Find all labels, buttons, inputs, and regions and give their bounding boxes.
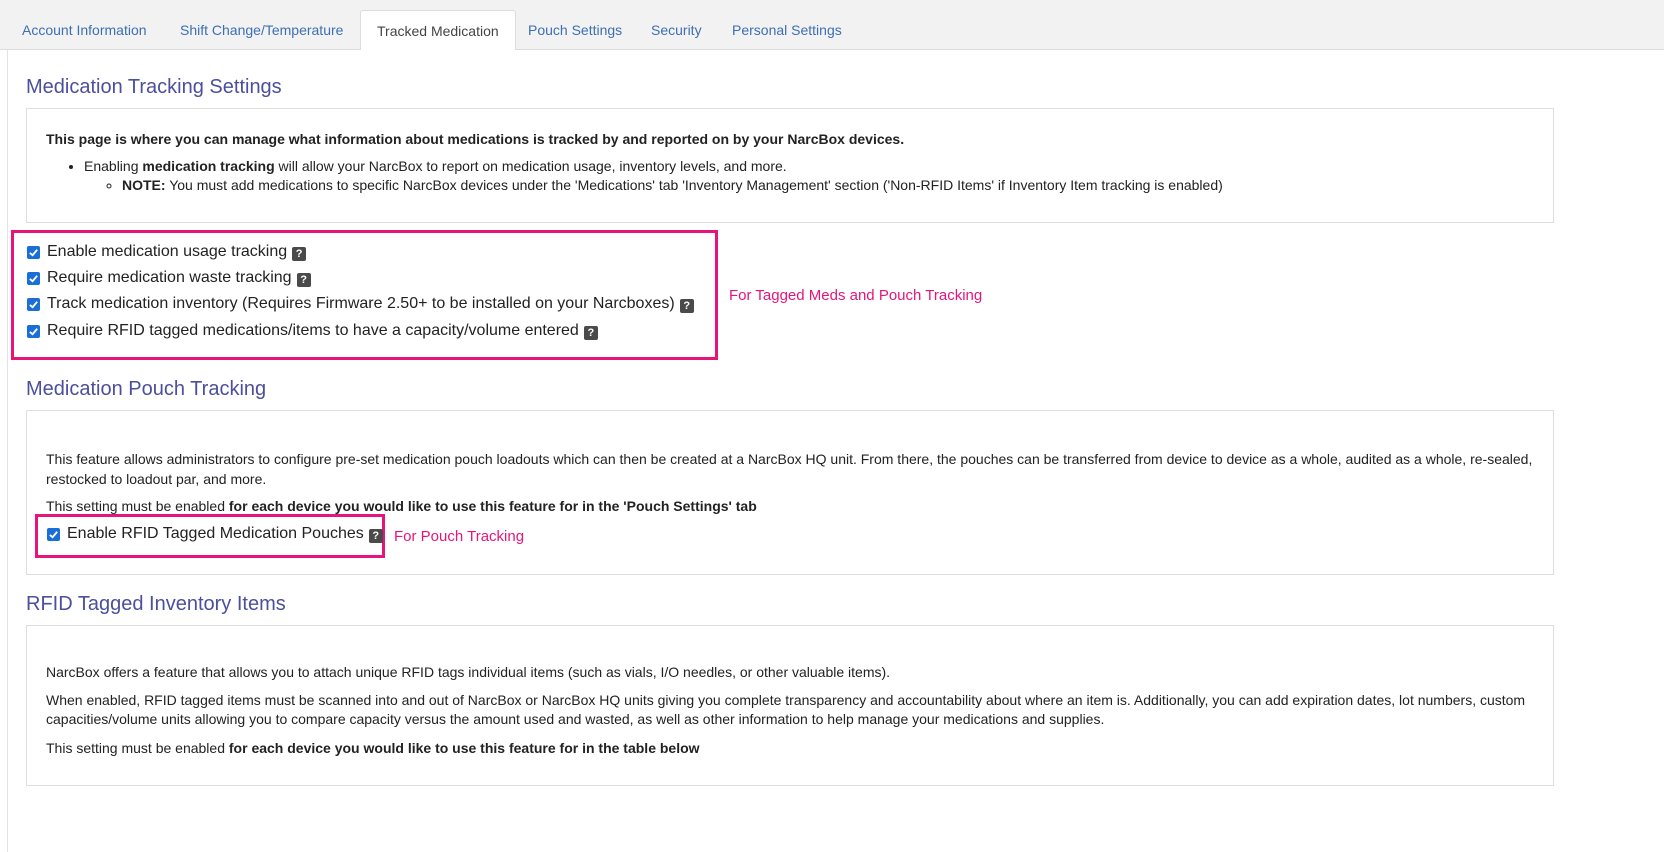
setting-prefix: This setting must be enabled — [46, 498, 229, 514]
option-label: Require medication waste tracking — [47, 269, 292, 286]
note-item: NOTE: You must add medications to specif… — [122, 176, 1534, 195]
note-label: NOTE: — [122, 177, 166, 193]
section-title-rfid-items: RFID Tagged Inventory Items — [26, 593, 286, 615]
bullet-prefix: Enabling — [84, 158, 143, 174]
bullet-suffix: will allow your NarcBox to report on med… — [274, 158, 787, 174]
help-icon[interactable]: ? — [292, 247, 307, 261]
section-title-medication-tracking: Medication Tracking Settings — [26, 76, 282, 98]
option-usage-tracking[interactable]: Enable medication usage tracking ? — [27, 243, 307, 261]
option-capacity-required[interactable]: Require RFID tagged medications/items to… — [27, 322, 598, 340]
option-label: Enable medication usage tracking — [47, 243, 288, 260]
setting-bold: for each device you would like to use th… — [228, 740, 700, 756]
annotation-tagged-meds: For Tagged Meds and Pouch Tracking — [729, 287, 983, 304]
option-inventory-tracking[interactable]: Track medication inventory (Requires Fir… — [27, 295, 694, 313]
option-label: Enable RFID Tagged Medication Pouches — [67, 525, 364, 542]
checkbox-waste-tracking[interactable] — [27, 271, 40, 285]
tab-tracked-medication[interactable]: Tracked Medication — [360, 10, 516, 51]
rfid-setting-note: This setting must be enabled for each de… — [46, 738, 1536, 758]
tab-bar: Account Information Shift Change/Tempera… — [0, 0, 1664, 51]
checkbox-usage-tracking[interactable] — [27, 245, 40, 259]
help-icon[interactable]: ? — [368, 529, 383, 543]
help-icon[interactable]: ? — [583, 326, 598, 340]
pouch-setting-note: This setting must be enabled for each de… — [46, 496, 1536, 516]
tab-security[interactable]: Security — [635, 10, 718, 50]
bullet-bold: medication tracking — [142, 158, 275, 174]
section-title-pouch-tracking: Medication Pouch Tracking — [26, 378, 267, 400]
option-rfid-pouches[interactable]: Enable RFID Tagged Medication Pouches ? — [47, 525, 383, 543]
option-label: Require RFID tagged medications/items to… — [47, 322, 579, 339]
pouch-description: This feature allows administrators to co… — [46, 451, 1533, 487]
checkbox-capacity-required[interactable] — [27, 324, 40, 338]
info-list: Enabling medication tracking will allow … — [46, 157, 1534, 195]
tab-shift-change-temperature[interactable]: Shift Change/Temperature — [164, 10, 359, 50]
option-label: Track medication inventory (Requires Fir… — [47, 295, 675, 312]
tab-pouch-settings[interactable]: Pouch Settings — [512, 10, 638, 50]
rfid-para-2: When enabled, RFID tagged items must be … — [46, 692, 1526, 727]
rfid-items-info-box: NarcBox offers a feature that allows you… — [26, 625, 1554, 786]
checkbox-inventory-tracking[interactable] — [27, 297, 40, 311]
list-item: Enabling medication tracking will allow … — [84, 157, 1534, 195]
help-icon[interactable]: ? — [679, 299, 694, 313]
rfid-para-1: NarcBox offers a feature that allows you… — [46, 664, 891, 680]
tab-account-information[interactable]: Account Information — [6, 10, 163, 50]
annotation-pouch-tracking: For Pouch Tracking — [394, 528, 525, 545]
intro-text: This page is where you can manage what i… — [46, 131, 905, 147]
setting-bold: for each device you would like to use th… — [228, 498, 757, 514]
checkbox-rfid-pouches[interactable] — [47, 527, 60, 541]
tab-personal-settings[interactable]: Personal Settings — [716, 10, 858, 50]
note-list: NOTE: You must add medications to specif… — [84, 176, 1534, 195]
help-icon[interactable]: ? — [296, 273, 311, 287]
note-text: You must add medications to specific Nar… — [165, 177, 1223, 193]
option-waste-tracking[interactable]: Require medication waste tracking ? — [27, 269, 311, 287]
medication-tracking-info-box: This page is where you can manage what i… — [26, 108, 1554, 223]
setting-prefix: This setting must be enabled — [46, 740, 229, 756]
